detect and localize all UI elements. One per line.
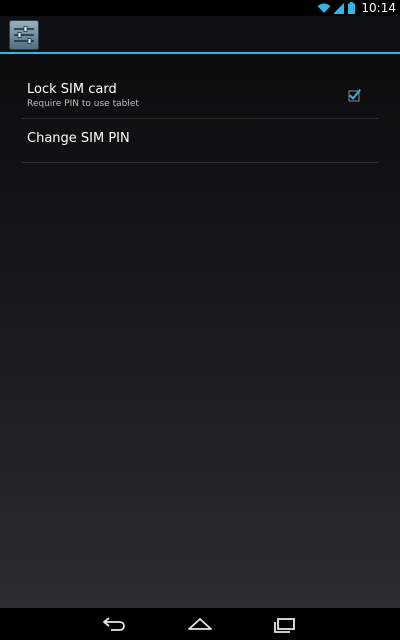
status-bar: 10:14 [0,0,400,16]
back-icon[interactable] [100,614,130,634]
lock-sim-card-summary: Require PIN to use tablet [27,99,139,109]
action-bar [0,16,400,52]
lock-sim-card-title: Lock SIM card [27,82,117,97]
lock-sim-card-checkbox[interactable] [347,89,361,103]
recents-icon[interactable] [270,614,300,634]
signal-icon [334,3,345,14]
settings-sliders-icon[interactable] [9,20,39,50]
lock-sim-card-row[interactable]: Lock SIM card Require PIN to use tablet [22,74,378,119]
battery-icon [348,2,356,14]
status-icons: 10:14 [317,0,396,16]
clock: 10:14 [361,1,396,15]
navigation-bar [0,608,400,640]
wifi-icon [318,3,331,13]
sim-lock-settings: Lock SIM card Require PIN to use tablet … [0,54,400,608]
change-sim-pin-row[interactable]: Change SIM PIN [22,119,378,163]
home-icon[interactable] [185,614,215,634]
change-sim-pin-title: Change SIM PIN [27,131,130,146]
screen: 10:14 Lock SIM card Require PIN to use t… [0,0,400,640]
